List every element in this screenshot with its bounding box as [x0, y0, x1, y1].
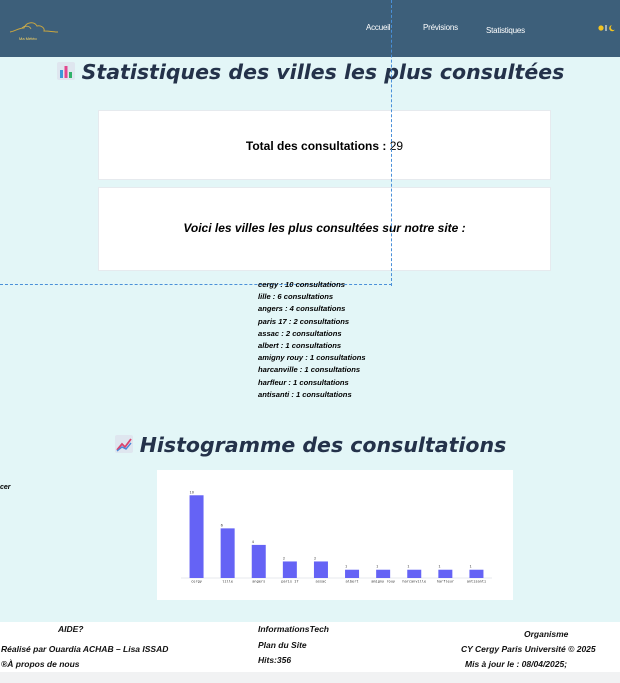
help-link[interactable]: AIDE?	[58, 624, 84, 634]
histogram-chart: 10 cergy 6 lille 4 angers 2 paris 17 2 assac 1 albe…	[181, 490, 492, 584]
city-list: cergy : 10 consultations lille : 6 consu…	[258, 279, 366, 401]
nav-accueil[interactable]: Accueil	[366, 23, 391, 32]
total-label: Total des consultations :	[245, 139, 387, 153]
histogram-title-text: Histogramme des consultations	[139, 433, 507, 457]
total-card: Total des consultations : 29	[98, 110, 551, 180]
bar	[407, 569, 422, 578]
trend-chart-icon	[114, 435, 133, 453]
footer: AIDE? Réalisé par Ouardia ACHAB – Lisa I…	[0, 622, 620, 672]
x-tick-label: assac	[316, 580, 327, 584]
bar	[376, 569, 391, 578]
x-tick-label: cergy	[191, 580, 203, 584]
list-item: harfleur : 1 consultations	[258, 377, 349, 387]
bar-chart-icon	[56, 62, 75, 80]
bar	[313, 561, 328, 578]
side-text: cer	[0, 484, 11, 491]
x-tick-label: amigny rouy	[371, 580, 396, 584]
intro-text: Voici les villes les plus consultées sur…	[183, 221, 466, 235]
data-label: 1	[376, 565, 378, 569]
total-line: Total des consultations : 29	[99, 139, 550, 153]
x-tick-label: lille	[222, 580, 233, 584]
data-label: 2	[283, 556, 285, 560]
x-tick-label: angers	[252, 580, 265, 584]
header-bar: Ma Météo Accueil Prévisions Statistiques	[0, 0, 620, 57]
list-item: assac : 2 consultations	[258, 328, 342, 338]
x-tick-label: antisanti	[467, 580, 486, 584]
list-item: antisanti : 1 consultations	[258, 389, 352, 399]
page-title: Statistiques des villes les plus consult…	[0, 60, 620, 84]
histogram-title: Histogramme des consultations	[0, 433, 620, 457]
list-item: paris 17 : 2 consultations	[258, 316, 350, 326]
data-label: 4	[252, 540, 255, 544]
data-label: 10	[190, 490, 194, 494]
data-label: 1	[469, 565, 471, 569]
hits-counter: Hits:356	[258, 655, 292, 665]
data-label: 1	[438, 565, 440, 569]
list-item: lille : 6 consultations	[258, 292, 334, 302]
data-label: 2	[314, 556, 316, 560]
data-label: 1	[407, 565, 409, 569]
nav-previsions[interactable]: Prévisions	[423, 23, 458, 32]
logo-text: Ma Météo	[19, 36, 37, 41]
page-title-text: Statistiques des villes les plus consult…	[81, 60, 565, 84]
list-item: angers : 4 consultations	[258, 304, 346, 314]
bar	[438, 569, 453, 578]
bar	[469, 569, 484, 578]
bar	[251, 544, 266, 578]
university-text: CY Cergy Paris Université © 2025	[461, 644, 596, 654]
about-link[interactable]: ®À propos de nous	[1, 659, 80, 669]
about-label: À propos de nous	[7, 659, 80, 669]
guide-line-vertical	[391, 0, 392, 286]
histogram-card: 10 cergy 6 lille 4 angers 2 paris 17 2 assac 1 albe…	[157, 470, 513, 600]
x-tick-label: paris 17	[281, 580, 298, 584]
data-label: 6	[221, 523, 223, 527]
bar	[345, 569, 360, 578]
list-item: cergy : 10 consultations	[258, 280, 345, 289]
bar	[189, 495, 204, 578]
data-label: 1	[345, 565, 347, 569]
updated-text: Mis à jour le : 08/04/2025;	[465, 659, 568, 669]
bar	[282, 561, 297, 578]
list-item: amigny rouy : 1 consultations	[258, 353, 366, 363]
nav-statistiques[interactable]: Statistiques	[486, 26, 525, 35]
intro-card: Voici les villes les plus consultées sur…	[98, 187, 551, 271]
theme-toggle-icon[interactable]	[597, 23, 617, 33]
credits-text: Réalisé par Ouardia ACHAB – Lisa ISSAD	[1, 644, 169, 654]
x-tick-label: albert	[346, 580, 359, 584]
x-tick-label: harcanville	[402, 580, 426, 584]
bar	[220, 528, 235, 578]
list-item: harcanville : 1 consultations	[258, 365, 361, 375]
info-tech-link[interactable]: InformationsTech	[258, 624, 329, 634]
footer-strip	[0, 672, 620, 683]
sitemap-link[interactable]: Plan du Site	[258, 640, 307, 650]
list-item: albert : 1 consultations	[258, 341, 342, 351]
org-heading: Organisme	[524, 629, 569, 639]
x-tick-label: harfleur	[437, 580, 455, 584]
